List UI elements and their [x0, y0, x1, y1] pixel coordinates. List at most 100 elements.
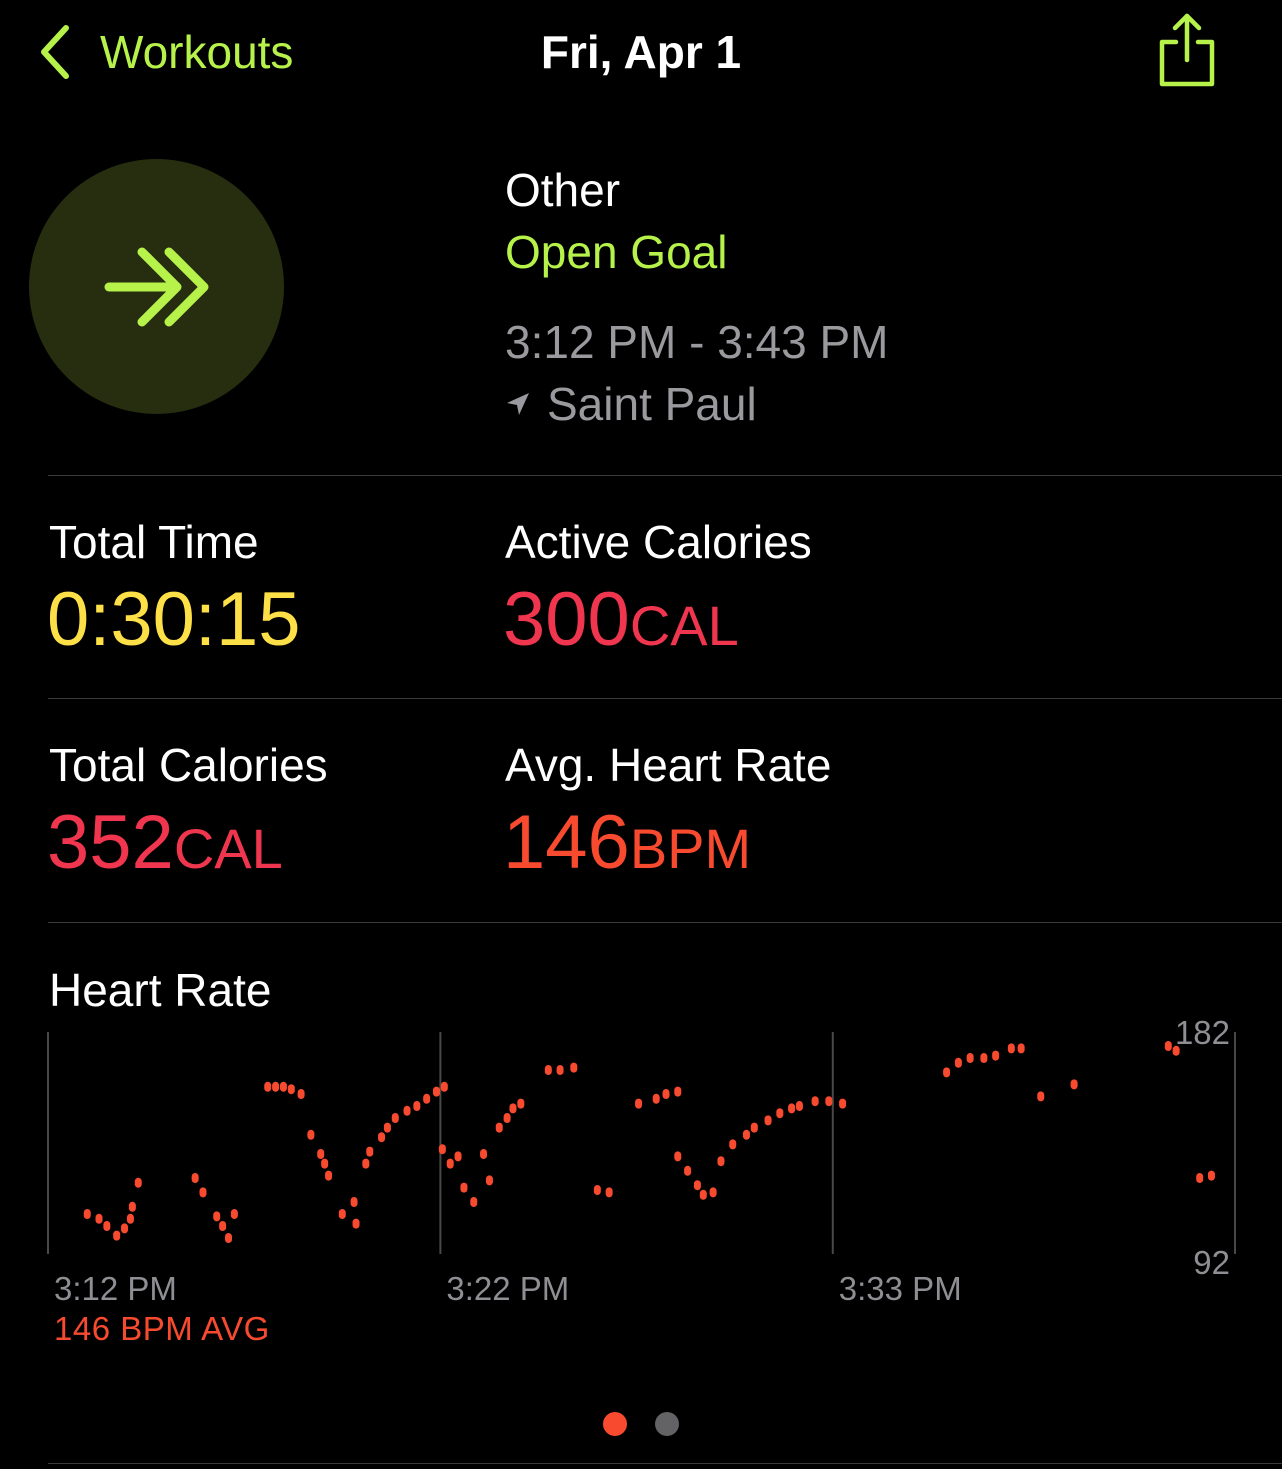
- heart-rate-point: [662, 1089, 670, 1099]
- heart-rate-point: [338, 1209, 346, 1219]
- heart-rate-point: [391, 1113, 399, 1123]
- heart-rate-point: [795, 1101, 803, 1111]
- heart-rate-point: [383, 1122, 391, 1133]
- heart-rate-point: [684, 1165, 692, 1176]
- heart-rate-point: [191, 1173, 199, 1183]
- workout-location: Saint Paul: [505, 376, 757, 432]
- heart-rate-point: [1017, 1043, 1025, 1054]
- activity-icon-circle: [29, 159, 284, 414]
- heart-rate-point: [605, 1187, 613, 1198]
- heart-rate-point: [1164, 1041, 1172, 1051]
- heart-rate-point: [321, 1158, 329, 1169]
- avg-heart-rate-unit: BPM: [629, 817, 752, 880]
- heart-rate-point: [825, 1096, 833, 1107]
- heart-rate-point: [95, 1213, 103, 1224]
- page-dot[interactable]: [655, 1412, 679, 1436]
- heart-rate-point: [750, 1122, 758, 1133]
- heart-rate-point: [1196, 1173, 1204, 1183]
- page-dot[interactable]: [603, 1412, 627, 1436]
- heart-rate-point: [213, 1211, 221, 1222]
- x-tick-label: 3:12 PM: [54, 1270, 177, 1307]
- heart-rate-point: [495, 1122, 503, 1133]
- heart-rate-point: [128, 1201, 136, 1212]
- heart-rate-point: [438, 1144, 446, 1155]
- double-chevron-right-icon: [104, 247, 208, 326]
- heart-rate-avg-label: 146 BPM AVG: [54, 1310, 270, 1347]
- total-time-label: Total Time: [49, 516, 259, 568]
- x-tick-label: 3:33 PM: [839, 1270, 962, 1307]
- heart-rate-point: [307, 1129, 315, 1140]
- heart-rate-point: [352, 1218, 360, 1229]
- heart-rate-point: [485, 1175, 493, 1186]
- heart-rate-point: [1037, 1091, 1045, 1102]
- total-calories-number: 352: [47, 800, 174, 885]
- heart-rate-point: [729, 1139, 737, 1150]
- workout-goal: Open Goal: [505, 226, 728, 278]
- divider: [48, 475, 1282, 476]
- heart-rate-point: [811, 1096, 819, 1107]
- heart-rate-point: [699, 1189, 707, 1200]
- heart-rate-point: [1007, 1043, 1015, 1054]
- heart-rate-point: [693, 1180, 701, 1191]
- heart-rate-point: [776, 1108, 784, 1119]
- heart-rate-point: [788, 1103, 796, 1114]
- heart-rate-point: [297, 1089, 305, 1099]
- heart-rate-point: [230, 1209, 238, 1219]
- heart-rate-point: [943, 1067, 951, 1078]
- divider: [48, 922, 1282, 923]
- heart-rate-point: [199, 1187, 207, 1198]
- active-calories-number: 300: [503, 577, 630, 662]
- heart-rate-point: [674, 1086, 682, 1097]
- heart-rate-point: [440, 1081, 448, 1092]
- heart-rate-point: [113, 1230, 121, 1241]
- heart-rate-point: [556, 1065, 564, 1075]
- share-icon: [1159, 13, 1215, 87]
- heart-rate-point: [674, 1151, 682, 1162]
- heart-rate-point: [742, 1129, 750, 1140]
- share-button[interactable]: [1154, 10, 1218, 90]
- heart-rate-point: [839, 1098, 847, 1109]
- heart-rate-point: [1207, 1170, 1215, 1181]
- heart-rate-point: [287, 1084, 295, 1095]
- workout-type: Other: [505, 164, 621, 216]
- active-calories-label: Active Calories: [505, 516, 812, 568]
- divider: [48, 698, 1282, 699]
- heart-rate-point: [460, 1182, 468, 1193]
- heart-rate-point: [503, 1113, 511, 1123]
- heart-rate-point: [1070, 1079, 1078, 1090]
- heart-rate-point: [593, 1185, 601, 1195]
- x-tick-label: 3:22 PM: [446, 1270, 569, 1307]
- location-arrow-icon: [507, 393, 529, 415]
- active-calories-unit: CAL: [629, 594, 739, 657]
- heart-rate-point: [966, 1053, 974, 1063]
- heart-rate-chart[interactable]: 3:12 PM 3:22 PM 3:33 PM 182 92: [0, 1020, 1282, 1320]
- y-tick-label: 92: [1193, 1244, 1230, 1281]
- total-calories-value: 352CAL: [47, 803, 283, 889]
- total-calories-unit: CAL: [173, 817, 283, 880]
- heart-rate-point: [470, 1197, 478, 1207]
- heart-rate-point: [480, 1149, 488, 1159]
- heart-rate-point: [103, 1221, 111, 1231]
- heart-rate-point: [134, 1177, 142, 1188]
- avg-heart-rate-value: 146BPM: [503, 803, 751, 889]
- heart-rate-point: [446, 1158, 454, 1169]
- heart-rate-point: [717, 1156, 725, 1167]
- heart-rate-point: [350, 1197, 358, 1207]
- avg-heart-rate-label: Avg. Heart Rate: [505, 739, 832, 791]
- heart-rate-point: [325, 1170, 333, 1181]
- heart-rate-point: [126, 1213, 134, 1224]
- heart-rate-point: [83, 1209, 91, 1219]
- divider: [48, 1463, 1282, 1464]
- page-indicator[interactable]: [0, 1412, 1282, 1436]
- heart-rate-point: [272, 1081, 280, 1092]
- page-title: Fri, Apr 1: [540, 26, 742, 78]
- heart-rate-point: [279, 1081, 287, 1092]
- heart-rate-point: [219, 1221, 227, 1231]
- heart-rate-point: [570, 1062, 578, 1073]
- heart-rate-point: [954, 1057, 962, 1068]
- location-label: Saint Paul: [547, 378, 757, 430]
- heart-rate-point: [423, 1093, 431, 1104]
- heart-rate-point: [992, 1050, 1000, 1061]
- workout-time-range: 3:12 PM - 3:43 PM: [505, 316, 889, 368]
- heart-rate-point: [413, 1101, 421, 1111]
